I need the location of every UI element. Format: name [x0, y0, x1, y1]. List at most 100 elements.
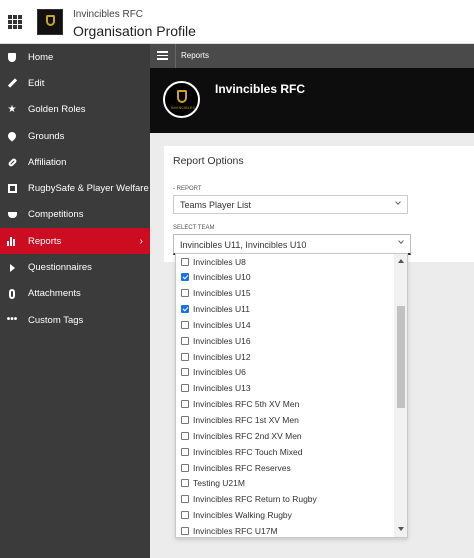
sidebar-item-label: Custom Tags: [28, 314, 84, 326]
checkbox[interactable]: [181, 463, 189, 472]
dropdown-option-label: Invincibles U8: [193, 256, 246, 267]
dropdown-option[interactable]: Invincibles U10: [176, 270, 394, 285]
sidebar-item-label: Home: [28, 51, 54, 63]
dropdown-option[interactable]: Invincibles RFC U17M: [176, 523, 394, 537]
dropdown-option-label: Invincibles Walking Rugby: [193, 510, 292, 521]
dropdown-option-label: Invincibles RFC 5th XV Men: [193, 399, 300, 410]
checkbox[interactable]: [181, 336, 189, 345]
report-select[interactable]: Teams Player List: [173, 195, 408, 214]
chevron-down-icon: [398, 238, 404, 244]
checkbox[interactable]: [181, 416, 189, 424]
dropdown-option[interactable]: Invincibles U16: [176, 333, 394, 348]
dropdown-option-label: Invincibles RFC Reserves: [193, 462, 291, 473]
scroll-up-icon[interactable]: [398, 259, 404, 263]
dropdown-option[interactable]: Invincibles U6: [176, 365, 394, 380]
dropdown-option-label: Testing U21M: [193, 478, 245, 489]
dropdown-scrollbar[interactable]: [394, 254, 407, 537]
dropdown-option-label: Invincibles U16: [193, 335, 251, 346]
dropdown-option[interactable]: Invincibles U11: [176, 302, 394, 317]
chevron-down-icon: [395, 199, 401, 205]
checkbox[interactable]: [181, 257, 189, 266]
id-card-icon: [7, 184, 17, 194]
dropdown-option[interactable]: Invincibles RFC 2nd XV Men: [176, 428, 394, 443]
checkbox-checked[interactable]: [181, 305, 189, 314]
checkbox[interactable]: [181, 352, 189, 361]
checkbox[interactable]: [181, 526, 189, 535]
dropdown-option[interactable]: Invincibles U8: [176, 254, 394, 269]
dropdown-option[interactable]: Invincibles RFC Return to Rugby: [176, 492, 394, 507]
checkbox[interactable]: [181, 384, 189, 393]
scroll-thumb[interactable]: [397, 306, 405, 408]
dropdown-option-label: Invincibles U15: [193, 288, 251, 299]
sidebar-item-attachments[interactable]: Attachments: [0, 281, 150, 307]
logo-text: INVINCIBLES: [171, 106, 195, 110]
dropdown-option[interactable]: Invincibles U12: [176, 349, 394, 364]
dropdown-option[interactable]: Invincibles RFC 5th XV Men: [176, 397, 394, 412]
dropdown-option[interactable]: Invincibles RFC 1st XV Men: [176, 413, 394, 428]
checkbox[interactable]: [181, 479, 189, 488]
club-crest-logo: INVINCIBLES: [163, 81, 200, 118]
dropdown-option-label: Invincibles RFC 2nd XV Men: [193, 430, 302, 441]
club-name: Invincibles RFC: [73, 9, 144, 20]
sidebar-item-competitions[interactable]: Competitions: [0, 202, 150, 228]
dropdown-option-label: Invincibles RFC U17M: [193, 525, 278, 536]
checkbox-checked[interactable]: [181, 273, 189, 282]
sidebar-item-golden-roles[interactable]: ★ Golden Roles: [0, 97, 150, 123]
dropdown-option[interactable]: Invincibles Walking Rugby: [176, 508, 394, 523]
checkbox[interactable]: [181, 320, 189, 329]
sidebar-item-home[interactable]: Home: [0, 44, 150, 70]
dropdown-option-label: Invincibles U10: [193, 272, 251, 283]
dropdown-option[interactable]: Invincibles U14: [176, 317, 394, 332]
dropdown-option[interactable]: Invincibles U15: [176, 286, 394, 301]
page-title: Organisation Profile: [73, 23, 196, 39]
breadcrumb-reports[interactable]: Reports: [181, 51, 209, 60]
chevron-right-icon: ›: [139, 235, 143, 247]
sidebar-item-custom-tags[interactable]: ••• Custom Tags: [0, 307, 150, 333]
dropdown-option-label: Invincibles U11: [193, 304, 251, 315]
sidebar-item-rugbysafe[interactable]: RugbySafe & Player Welfare: [0, 175, 150, 201]
link-icon: [7, 157, 17, 168]
team-select[interactable]: Invincibles U11, Invincibles U10: [173, 234, 411, 255]
club-banner: INVINCIBLES Invincibles RFC: [150, 68, 474, 133]
hamburger-icon[interactable]: [157, 51, 168, 60]
sidebar-item-grounds[interactable]: Grounds: [0, 123, 150, 149]
scroll-down-icon[interactable]: [398, 527, 404, 531]
checkbox[interactable]: [181, 511, 189, 520]
checkbox[interactable]: [181, 447, 189, 456]
sidebar: Home Edit ★ Golden Roles Grounds Affilia…: [0, 44, 150, 558]
sidebar-item-reports[interactable]: Reports ›: [0, 228, 150, 255]
pencil-icon: [7, 78, 17, 89]
checkbox[interactable]: [181, 400, 189, 409]
dropdown-option[interactable]: Invincibles RFC Touch Mixed: [176, 444, 394, 459]
sidebar-item-label: RugbySafe & Player Welfare: [28, 183, 149, 195]
dropdown-option[interactable]: Testing U21M: [176, 476, 394, 491]
dropdown-option-label: Invincibles RFC 1st XV Men: [193, 415, 299, 425]
team-label: SELECT TEAM: [173, 225, 215, 231]
sidebar-item-questionnaires[interactable]: Questionnaires: [0, 254, 150, 280]
sidebar-item-affiliation[interactable]: Affiliation: [0, 149, 150, 175]
banner-title: Invincibles RFC: [215, 82, 306, 96]
checkbox[interactable]: [181, 431, 189, 440]
report-label: - REPORT: [173, 186, 202, 192]
sidebar-item-edit[interactable]: Edit: [0, 70, 150, 96]
dropdown-option-label: Invincibles U14: [193, 319, 251, 330]
dropdown-option-label: Invincibles U12: [193, 351, 251, 362]
sidebar-item-label: Competitions: [28, 209, 84, 221]
dropdown-option[interactable]: Invincibles U13: [176, 381, 394, 396]
shield-icon: [7, 52, 17, 62]
top-bar: Invincibles RFC Organisation Profile: [0, 0, 474, 44]
sidebar-item-label: Affiliation: [28, 156, 67, 168]
report-select-value: Teams Player List: [180, 200, 252, 210]
star-icon: ★: [7, 103, 17, 115]
team-dropdown-list[interactable]: Invincibles U8 Invincibles U10 Invincibles…: [175, 253, 408, 538]
sidebar-item-label: Reports: [28, 235, 62, 247]
club-logo: [37, 9, 63, 35]
checkbox[interactable]: [181, 368, 189, 377]
sidebar-item-label: Questionnaires: [28, 262, 92, 274]
checkbox[interactable]: [181, 495, 189, 504]
checkbox[interactable]: [181, 289, 189, 298]
grid-icon[interactable]: [8, 15, 22, 29]
dropdown-option[interactable]: Invincibles RFC Reserves: [176, 460, 394, 475]
paperclip-icon: [7, 288, 17, 299]
card-title: Report Options: [173, 155, 244, 167]
